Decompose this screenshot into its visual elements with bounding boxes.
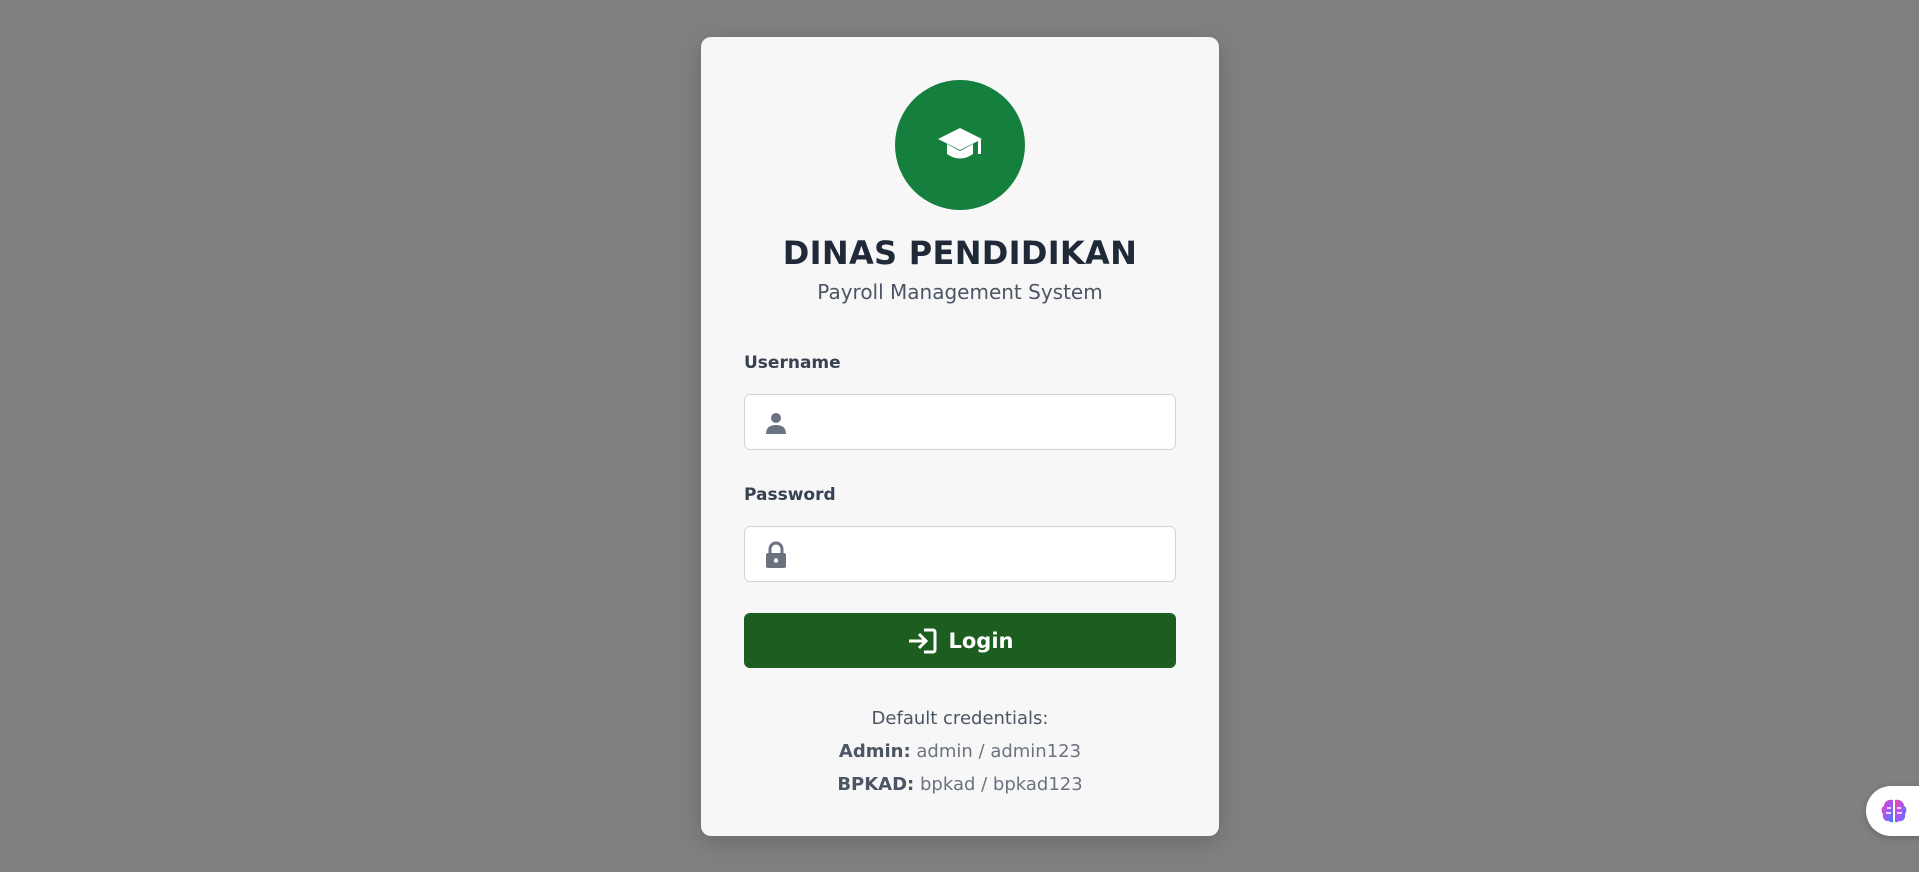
lock-icon (763, 541, 789, 568)
login-button[interactable]: Login (744, 613, 1176, 668)
password-label: Password (744, 485, 836, 505)
admin-credentials-value: admin / admin123 (916, 741, 1082, 762)
bpkad-credentials: BPKAD: bpkad / bpkad123 (701, 768, 1219, 801)
admin-role-label: Admin: (838, 741, 911, 762)
page-subtitle: Payroll Management System (817, 280, 1103, 304)
floating-assistant-button[interactable] (1866, 786, 1919, 836)
default-credentials: Default credentials: Admin: admin / admi… (701, 702, 1219, 801)
logo-badge (895, 80, 1025, 210)
sign-in-icon (908, 628, 936, 653)
brain-icon (1881, 799, 1907, 823)
username-field[interactable] (744, 394, 1176, 450)
username-input[interactable] (803, 395, 1169, 449)
admin-credentials: Admin: admin / admin123 (701, 735, 1219, 768)
password-field[interactable] (744, 526, 1176, 582)
bpkad-role-label: BPKAD: (837, 774, 915, 795)
login-card: DINAS PENDIDIKAN Payroll Management Syst… (701, 37, 1219, 836)
bpkad-credentials-value: bpkad / bpkad123 (919, 774, 1083, 795)
username-label: Username (744, 353, 841, 373)
page-title: DINAS PENDIDIKAN (782, 234, 1138, 272)
credentials-heading: Default credentials: (871, 708, 1049, 729)
graduation-cap-icon (938, 128, 982, 159)
user-icon (763, 410, 789, 436)
password-input[interactable] (803, 527, 1169, 581)
login-button-label: Login (948, 628, 1014, 653)
